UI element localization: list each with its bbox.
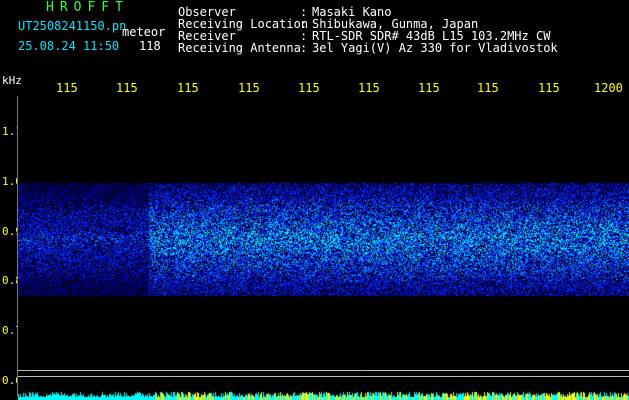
x-tick-label: 115 — [238, 81, 260, 95]
x-tick-label: 115 — [116, 81, 138, 95]
x-tick-label: 115 — [538, 81, 560, 95]
meteor-label: meteor — [122, 25, 166, 39]
app-title: HROFFT — [46, 0, 129, 15]
date-time: 25.08.24 11:50 — [18, 39, 120, 53]
file-name: UT2508241150.pn — [18, 19, 127, 33]
reference-line — [18, 376, 629, 377]
x-tick-label: 1200 — [594, 81, 623, 95]
info-separator: : — [300, 41, 308, 55]
meteor-count: 118 — [139, 39, 161, 53]
info-key: Receiving Antenna — [178, 41, 301, 55]
reference-line — [18, 370, 629, 371]
info-value: 3el Yagi(V) Az 330 for Vladivostok — [312, 41, 558, 55]
x-tick-label: 115 — [56, 81, 78, 95]
x-tick-label: 115 — [358, 81, 380, 95]
x-tick-label: 115 — [418, 81, 440, 95]
x-tick-label: 115 — [298, 81, 320, 95]
x-tick-label: 115 — [477, 81, 499, 95]
x-tick-label: 115 — [177, 81, 199, 95]
spectrogram-canvas — [18, 96, 629, 400]
y-axis-unit: kHz — [2, 74, 22, 87]
spectrogram-plot — [18, 96, 629, 400]
